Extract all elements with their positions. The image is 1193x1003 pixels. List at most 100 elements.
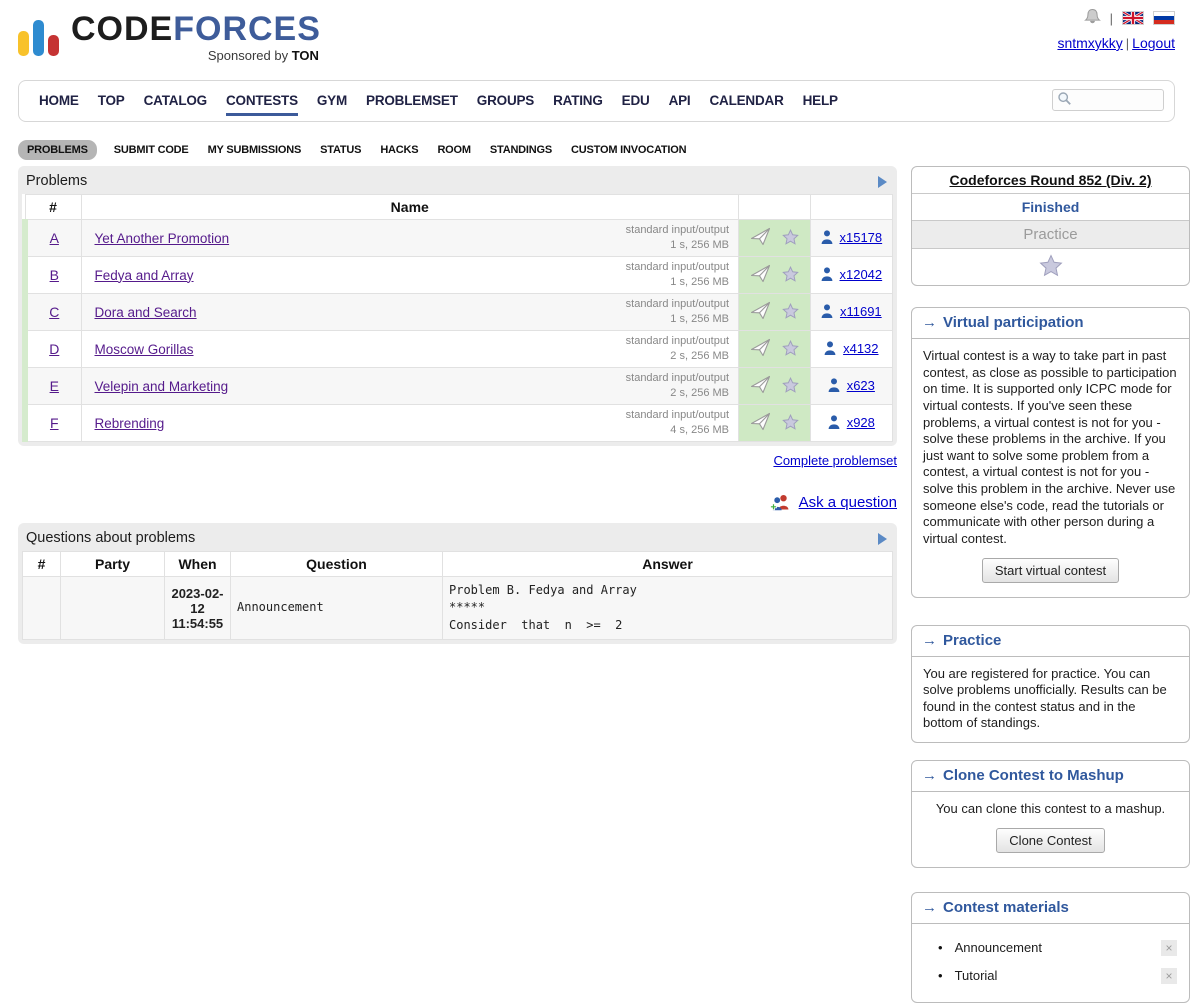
problem-letter-link[interactable]: C xyxy=(49,304,59,320)
complete-problemset-link[interactable]: Complete problemset xyxy=(773,453,897,468)
solved-count-link[interactable]: x15178 xyxy=(839,230,882,245)
contest-title-link[interactable]: Codeforces Round 852 (Div. 2) xyxy=(949,172,1151,188)
problem-name-link[interactable]: Dora and Search xyxy=(95,305,197,320)
submit-plane-icon[interactable] xyxy=(750,301,771,323)
problems-caption: Problems xyxy=(22,170,893,194)
question-row: 2023-02-12 11:54:55 Announcement Problem… xyxy=(23,577,893,640)
nav-item-groups[interactable]: GROUPS xyxy=(477,87,534,116)
close-icon[interactable]: × xyxy=(1161,940,1177,956)
problem-name-link[interactable]: Velepin and Marketing xyxy=(95,379,229,394)
nav-item-gym[interactable]: GYM xyxy=(317,87,347,116)
search-icon xyxy=(1057,91,1072,109)
submit-plane-icon[interactable] xyxy=(750,375,771,397)
virtual-participation-box: →Virtual participation Virtual contest i… xyxy=(911,307,1190,598)
start-virtual-contest-button[interactable]: Start virtual contest xyxy=(982,558,1119,583)
tab-submit-code[interactable]: SUBMIT CODE xyxy=(112,140,191,160)
favorite-star-icon[interactable] xyxy=(782,340,799,359)
nav-item-contests[interactable]: CONTESTS xyxy=(226,87,298,116)
page-header: CODEFORCES Sponsored by TON | sntmxykky |… xyxy=(0,0,1193,78)
user-separator: | xyxy=(1126,36,1129,51)
tab-hacks[interactable]: HACKS xyxy=(378,140,420,160)
solved-person-icon xyxy=(824,343,840,358)
problem-letter-link[interactable]: B xyxy=(50,267,59,283)
problem-letter-link[interactable]: F xyxy=(50,415,59,431)
english-flag-icon[interactable] xyxy=(1122,11,1144,25)
search-box[interactable] xyxy=(1052,89,1164,111)
problems-table: # Name A Yet Another Promotion standard … xyxy=(22,194,893,442)
tab-status[interactable]: STATUS xyxy=(318,140,363,160)
problem-name-link[interactable]: Rebrending xyxy=(95,416,165,431)
header-separator: | xyxy=(1110,11,1113,26)
favorite-star-icon[interactable] xyxy=(912,249,1189,285)
solved-count-link[interactable]: x11691 xyxy=(840,304,882,319)
favorite-star-icon[interactable] xyxy=(782,266,799,285)
main-menu: HOME TOP CATALOG CONTESTS GYM PROBLEMSET GROUP… xyxy=(18,80,1175,122)
submit-plane-icon[interactable] xyxy=(750,227,771,249)
q-col-answer: Answer xyxy=(443,552,893,577)
submit-plane-icon[interactable] xyxy=(750,338,771,360)
material-link-tutorial[interactable]: Tutorial xyxy=(955,968,998,983)
tab-custom-invocation[interactable]: CUSTOM INVOCATION xyxy=(569,140,688,160)
problem-row: F Rebrending standard input/output4 s, 2… xyxy=(25,405,893,442)
nav-item-help[interactable]: HELP xyxy=(803,87,838,116)
solved-count-link[interactable]: x4132 xyxy=(843,341,878,356)
nav-item-home[interactable]: HOME xyxy=(39,87,79,116)
problem-row: E Velepin and Marketing standard input/o… xyxy=(25,368,893,405)
close-icon[interactable]: × xyxy=(1161,968,1177,984)
solved-count-link[interactable]: x12042 xyxy=(839,267,882,282)
problem-name-link[interactable]: Yet Another Promotion xyxy=(95,231,230,246)
nav-item-edu[interactable]: EDU xyxy=(622,87,650,116)
tab-standings[interactable]: STANDINGS xyxy=(488,140,554,160)
questions-caption: Questions about problems xyxy=(22,527,893,551)
arrow-icon: → xyxy=(922,632,937,649)
submit-plane-icon[interactable] xyxy=(750,264,771,286)
nav-item-top[interactable]: TOP xyxy=(98,87,125,116)
russian-flag-icon[interactable] xyxy=(1153,11,1175,25)
problem-name-link[interactable]: Fedya and Array xyxy=(95,268,194,283)
submit-plane-icon[interactable] xyxy=(750,412,771,434)
solved-person-icon xyxy=(821,269,837,284)
nav-item-rating[interactable]: RATING xyxy=(553,87,603,116)
material-link-announcement[interactable]: Announcement xyxy=(955,940,1042,955)
solved-count-link[interactable]: x928 xyxy=(847,415,875,430)
nav-item-problemset[interactable]: PROBLEMSET xyxy=(366,87,458,116)
problem-limits: standard input/output2 s, 256 MB xyxy=(626,334,729,364)
favorite-star-icon[interactable] xyxy=(782,229,799,248)
tab-room[interactable]: ROOM xyxy=(435,140,472,160)
favorite-star-icon[interactable] xyxy=(782,303,799,322)
problem-letter-link[interactable]: E xyxy=(50,378,59,394)
clone-contest-button[interactable]: Clone Contest xyxy=(996,828,1104,853)
favorite-star-icon[interactable] xyxy=(782,414,799,433)
nav-item-catalog[interactable]: CATALOG xyxy=(144,87,207,116)
problem-letter-link[interactable]: D xyxy=(49,341,59,357)
logout-link[interactable]: Logout xyxy=(1132,35,1175,51)
tab-my-submissions[interactable]: MY SUBMISSIONS xyxy=(206,140,304,160)
expand-arrow-icon[interactable] xyxy=(878,533,887,545)
expand-arrow-icon[interactable] xyxy=(878,176,887,188)
solved-person-icon xyxy=(828,417,844,432)
codeforces-logo[interactable]: CODEFORCES Sponsored by TON xyxy=(18,12,321,62)
virtual-participation-title: →Virtual participation xyxy=(912,308,1189,339)
arrow-icon: → xyxy=(922,767,937,784)
logo-bars-icon xyxy=(18,20,59,56)
virtual-participation-text: Virtual contest is a way to take part in… xyxy=(923,348,1177,546)
solved-count-link[interactable]: x623 xyxy=(847,378,875,393)
question-party xyxy=(61,577,165,640)
questions-table: # Party When Question Answer 2023-02-12 … xyxy=(22,551,893,640)
ask-question-link[interactable]: Ask a question xyxy=(799,494,897,511)
nav-item-api[interactable]: API xyxy=(669,87,691,116)
ask-question-icon xyxy=(770,494,798,511)
search-input[interactable] xyxy=(1072,93,1158,107)
problem-limits: standard input/output2 s, 256 MB xyxy=(626,371,729,401)
arrow-icon: → xyxy=(922,314,937,331)
col-header-name: Name xyxy=(81,195,739,220)
nav-item-calendar[interactable]: CALENDAR xyxy=(709,87,783,116)
q-col-party: Party xyxy=(61,552,165,577)
tab-problems[interactable]: PROBLEMS xyxy=(18,140,97,160)
contest-materials-box: →Contest materials Announcement×Tutorial… xyxy=(911,892,1190,1003)
username-link[interactable]: sntmxykky xyxy=(1057,35,1122,51)
bell-icon[interactable] xyxy=(1084,8,1101,28)
problem-name-link[interactable]: Moscow Gorillas xyxy=(95,342,194,357)
problem-letter-link[interactable]: A xyxy=(50,230,59,246)
favorite-star-icon[interactable] xyxy=(782,377,799,396)
